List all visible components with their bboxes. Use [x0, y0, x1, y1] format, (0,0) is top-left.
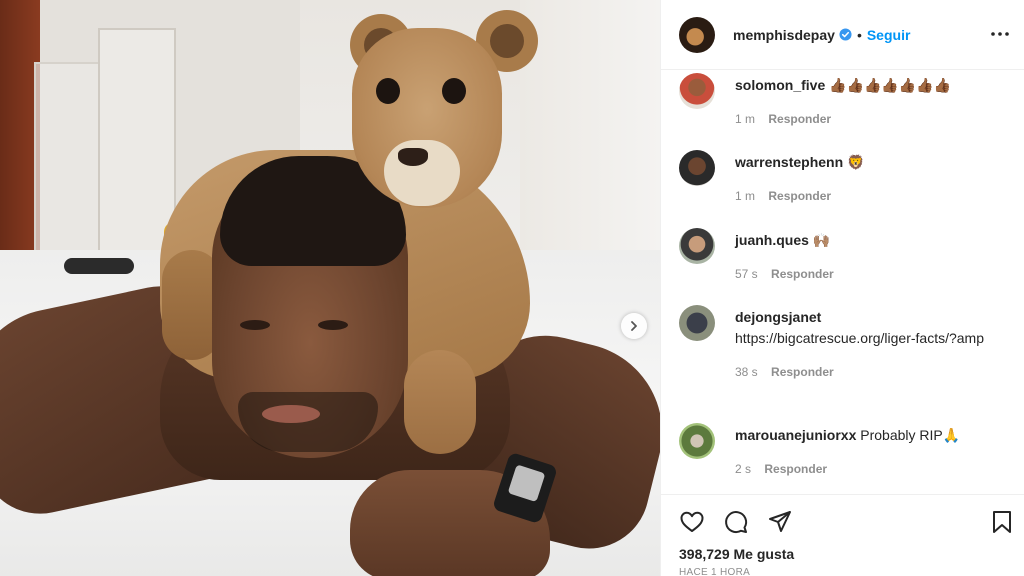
- avatar[interactable]: [679, 150, 715, 186]
- comment-link[interactable]: https://bigcatrescue.org/liger-facts/?am…: [735, 328, 1015, 348]
- next-photo-button[interactable]: [621, 313, 647, 339]
- comment-text: 🙌🏽: [812, 232, 831, 248]
- share-icon[interactable]: [767, 509, 793, 535]
- photo-man-beard: [238, 392, 378, 452]
- avatar[interactable]: [679, 16, 715, 53]
- likes-count[interactable]: 398,729 Me gusta: [679, 546, 794, 562]
- avatar[interactable]: [679, 305, 715, 341]
- photo-shoes: [64, 258, 134, 274]
- avatar[interactable]: [679, 423, 715, 459]
- photo-man-mouth: [262, 405, 320, 423]
- photo-cabinet: [34, 62, 100, 252]
- post-header: memphisdepay • Seguir: [661, 0, 1024, 70]
- heart-icon[interactable]: [679, 509, 705, 535]
- chevron-right-icon: [631, 321, 637, 331]
- comment-time: 2 s: [735, 462, 752, 476]
- comment-username[interactable]: warrenstephenn: [735, 154, 843, 170]
- photo-man-eye: [240, 320, 270, 330]
- author-username[interactable]: memphisdepay: [733, 27, 835, 43]
- photo-cub-eye: [442, 78, 466, 104]
- separator-dot: •: [856, 26, 862, 43]
- comment-username[interactable]: juanh.ques: [735, 232, 809, 248]
- comment-icon[interactable]: [723, 509, 749, 535]
- comment-username[interactable]: marouanejuniorxx: [735, 427, 856, 443]
- photo-cub-paw: [404, 350, 476, 454]
- comment-time: 1 m: [735, 112, 756, 126]
- post-date: HACE 1 HORA: [679, 567, 751, 576]
- reply-button[interactable]: Responder: [771, 267, 834, 281]
- avatar[interactable]: [679, 228, 715, 264]
- photo-cub-eye: [376, 78, 400, 104]
- reply-button[interactable]: Responder: [771, 365, 834, 379]
- comment-time: 57 s: [735, 267, 758, 281]
- post-actions: 398,729 Me gusta HACE 1 HORA: [661, 494, 1024, 576]
- comment-username[interactable]: solomon_five: [735, 77, 825, 93]
- photo-cub-nose: [398, 148, 428, 166]
- reply-button[interactable]: Responder: [768, 189, 831, 203]
- bookmark-icon[interactable]: [989, 509, 1015, 535]
- photo-man-eye: [318, 320, 348, 330]
- more-options-button[interactable]: [989, 24, 1011, 44]
- post-photo[interactable]: [0, 0, 660, 576]
- comment-text: Probably RIP🙏: [860, 427, 961, 443]
- reply-button[interactable]: Responder: [768, 112, 831, 126]
- comment-time: 38 s: [735, 365, 758, 379]
- photo-cabinet: [98, 28, 176, 258]
- follow-button[interactable]: Seguir: [867, 27, 911, 43]
- verified-badge-icon: [839, 28, 852, 41]
- post-side-panel: memphisdepay • Seguir solomon_five 👍🏾👍🏾👍…: [660, 0, 1024, 576]
- more-options-icon: [991, 32, 1009, 36]
- comments-list[interactable]: solomon_five 👍🏾👍🏾👍🏾👍🏾👍🏾👍🏾👍🏾 1 m Responde…: [661, 71, 1024, 494]
- reply-button[interactable]: Responder: [764, 462, 827, 476]
- comment-username[interactable]: dejongsjanet: [735, 309, 821, 325]
- comment-text: 👍🏾👍🏾👍🏾👍🏾👍🏾👍🏾👍🏾: [829, 77, 952, 93]
- comment-text: 🦁: [847, 154, 865, 170]
- avatar[interactable]: [679, 73, 715, 109]
- comment-time: 1 m: [735, 189, 756, 203]
